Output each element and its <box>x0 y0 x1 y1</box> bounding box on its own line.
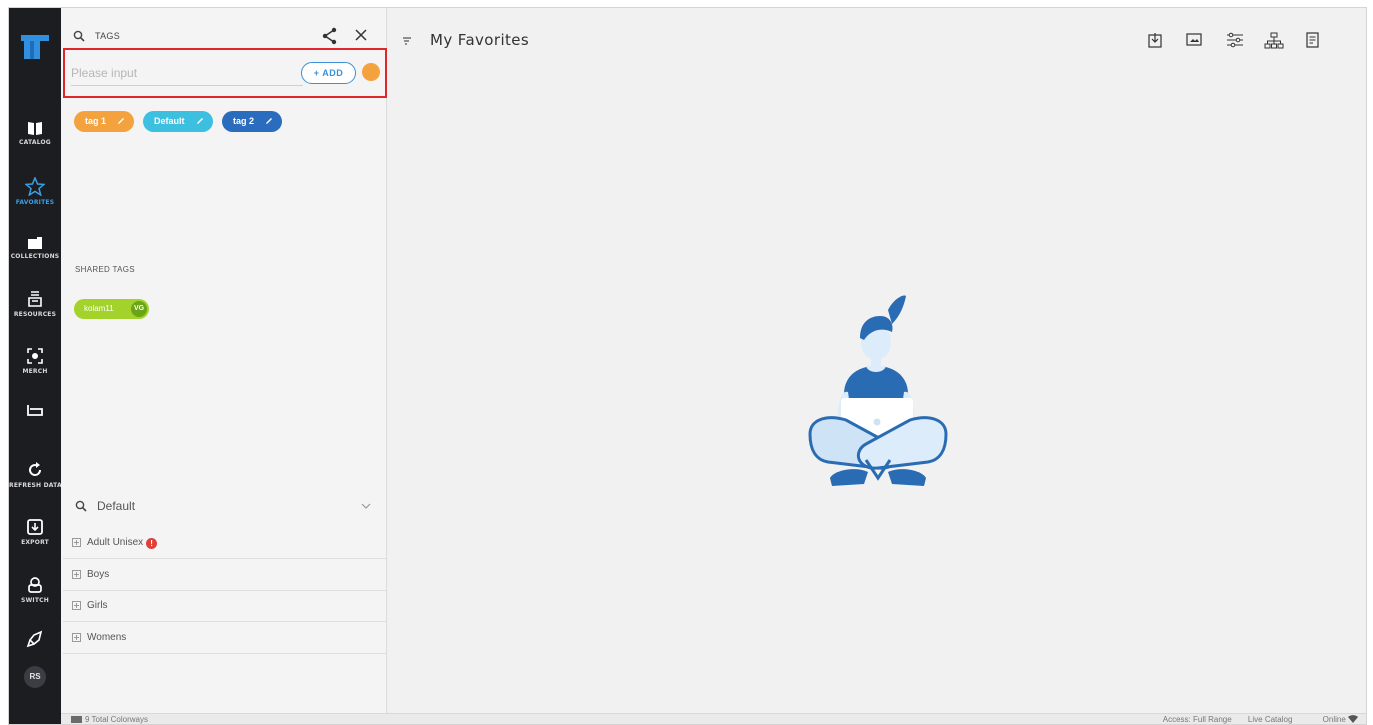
search-icon <box>73 30 85 42</box>
nav-resources[interactable]: RESOURCES <box>9 290 61 318</box>
nav-favorites[interactable]: FAVORITES <box>9 177 61 206</box>
tag-chip-tag-1[interactable]: tag 1 <box>74 111 134 132</box>
page-title: My Favorites <box>430 31 530 49</box>
nav-switch[interactable]: SWITCH <box>9 576 61 604</box>
nav-refresh-data[interactable]: REFRESH DATA <box>9 461 62 489</box>
export-icon <box>27 519 43 535</box>
resources-icon <box>28 291 42 307</box>
merch-icon <box>27 348 43 364</box>
catalog-status: Live Catalog <box>1247 715 1293 724</box>
empty-state-illustration <box>808 295 948 486</box>
group-row-girls[interactable]: Girls <box>63 591 387 622</box>
status-right: Access: Full Range Live Catalog Online <box>1149 715 1358 724</box>
group-row-womens[interactable]: Womens <box>63 623 387 654</box>
book-icon <box>28 122 42 135</box>
rocket-icon <box>26 630 43 648</box>
panel-title: TAGS <box>95 31 121 41</box>
colorway-count: 9 Total Colorways <box>71 715 148 724</box>
tags-panel: TAGS + ADD tag 1 Default tag 2 SHARED TA… <box>61 8 387 713</box>
star-icon <box>25 177 45 196</box>
access-status: Access: Full Range <box>1162 715 1232 724</box>
app-window: CATALOG FAVORITES COLLECTIONS RESOURCES … <box>8 7 1367 725</box>
expand-icon[interactable] <box>72 601 81 610</box>
shared-tag-owner-badge: VG <box>131 301 147 317</box>
grid-icon <box>71 716 82 723</box>
group-row-boys[interactable]: Boys <box>63 560 387 591</box>
image-icon[interactable] <box>1186 32 1202 47</box>
group-row-adult-unisex[interactable]: Adult Unisex! <box>63 528 387 559</box>
tag-input-group: + ADD <box>63 48 387 98</box>
nav-sofa[interactable] <box>9 403 61 417</box>
expand-icon[interactable] <box>72 538 81 547</box>
expand-icon[interactable] <box>72 570 81 579</box>
nav-rocket[interactable] <box>9 630 61 648</box>
folder-icon <box>28 237 42 249</box>
switch-icon <box>28 577 42 593</box>
shared-tags-heading: SHARED TAGS <box>75 265 135 274</box>
nav-merch[interactable]: MERCH <box>9 347 61 375</box>
refresh-icon <box>29 462 42 476</box>
tag-chip-tag-2[interactable]: tag 2 <box>222 111 282 132</box>
edit-icon[interactable] <box>196 117 204 125</box>
search-icon <box>75 500 87 512</box>
share-icon[interactable] <box>322 27 338 45</box>
shared-tag-chip[interactable]: kolam11 VG <box>74 299 149 319</box>
sofa-icon <box>27 405 43 416</box>
wifi-icon <box>1348 715 1358 723</box>
filter-value: Default <box>97 499 136 513</box>
nav-rail: CATALOG FAVORITES COLLECTIONS RESOURCES … <box>9 8 62 724</box>
expand-icon[interactable] <box>72 633 81 642</box>
download-icon[interactable] <box>1148 32 1162 48</box>
chevron-down-icon <box>361 503 371 509</box>
main-content: My Favorites <box>388 8 1366 713</box>
edit-icon[interactable] <box>265 117 273 125</box>
nav-collections[interactable]: COLLECTIONS <box>9 236 61 260</box>
status-bar: 9 Total Colorways Access: Full Range Liv… <box>61 713 1366 724</box>
edit-icon[interactable] <box>117 117 125 125</box>
nav-catalog[interactable]: CATALOG <box>9 120 61 146</box>
tag-name-input[interactable] <box>71 60 303 86</box>
document-icon[interactable] <box>1306 32 1319 48</box>
tag-color-picker[interactable] <box>362 63 380 81</box>
app-logo <box>21 35 49 59</box>
nav-export[interactable]: EXPORT <box>9 518 61 546</box>
tag-chip-default[interactable]: Default <box>143 111 213 132</box>
avatar[interactable]: RS <box>24 666 46 688</box>
connection-status: Online <box>1309 715 1358 724</box>
add-tag-button[interactable]: + ADD <box>301 62 356 84</box>
sort-icon[interactable] <box>402 36 412 46</box>
hierarchy-icon[interactable] <box>1264 32 1284 49</box>
close-icon[interactable] <box>355 29 367 41</box>
sliders-icon[interactable] <box>1226 32 1244 48</box>
tag-filter-select[interactable]: Default <box>61 491 387 523</box>
warning-badge: ! <box>146 538 158 549</box>
